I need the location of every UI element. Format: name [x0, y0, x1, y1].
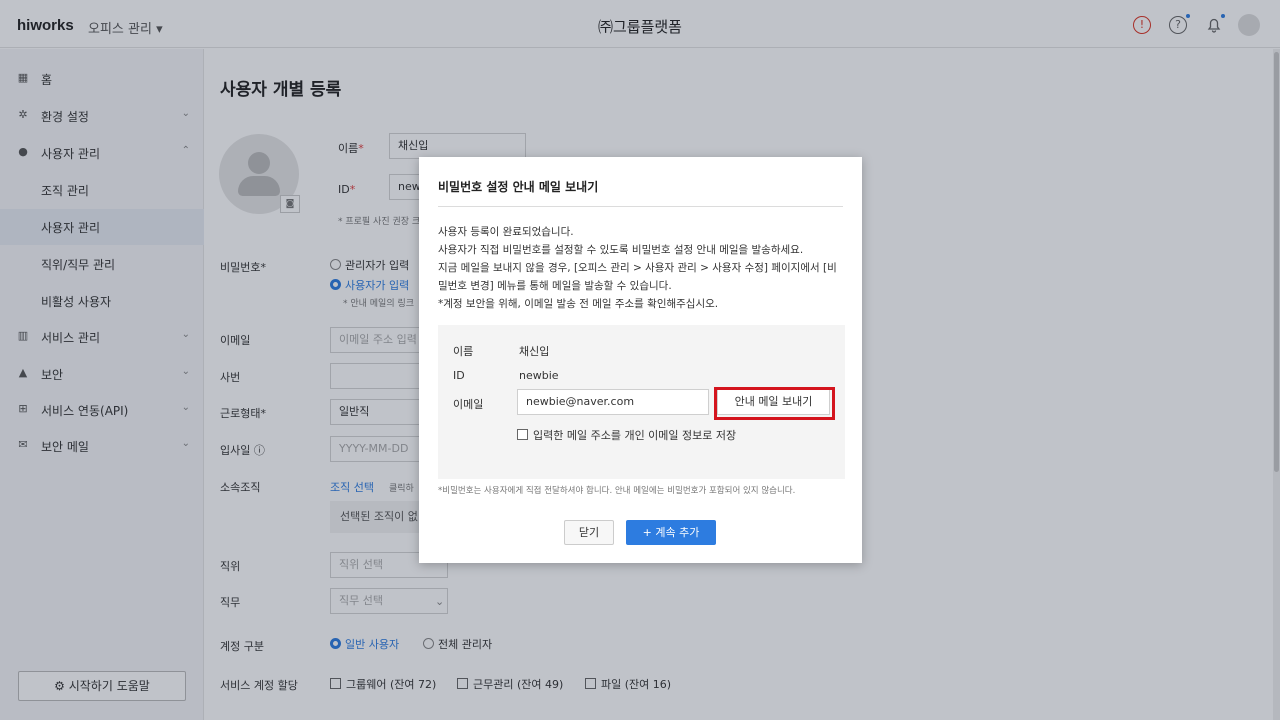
dialog-message-line: 사용자가 직접 비밀번호를 설정할 수 있도록 비밀번호 설정 안내 메일을 발…	[438, 244, 804, 256]
dialog-divider	[438, 206, 843, 207]
id-value: newbie	[519, 369, 559, 382]
save-email-checkbox[interactable]: 입력한 메일 주소를 개인 이메일 정보로 저장	[517, 427, 736, 443]
dialog-title: 비밀번호 설정 안내 메일 보내기	[438, 180, 599, 194]
dialog-message-line: *계정 보안을 위해, 이메일 발송 전 메일 주소를 확인해주십시오.	[438, 298, 719, 310]
name-key: 이름	[453, 345, 474, 358]
dialog-message-line: 지금 메일을 보내지 않을 경우, [오피스 관리 > 사용자 관리 > 사용자…	[438, 262, 837, 274]
continue-add-button[interactable]: + 계속 추가	[626, 520, 716, 545]
dialog-message-line: 밀번호 변경] 메뉴를 통해 메일을 발송할 수 있습니다.	[438, 280, 672, 292]
email-input[interactable]: newbie@naver.com	[517, 389, 709, 415]
email-key: 이메일	[453, 398, 484, 411]
close-button[interactable]: 닫기	[564, 520, 614, 545]
highlight-box	[714, 387, 835, 420]
password-mail-dialog: 비밀번호 설정 안내 메일 보내기 사용자 등록이 완료되었습니다. 사용자가 …	[419, 157, 862, 563]
id-key: ID	[453, 369, 465, 382]
name-value: 채신입	[519, 345, 550, 358]
dialog-footer-note: *비밀번호는 사용자에게 직접 전달하셔야 합니다. 안내 메일에는 비밀번호가…	[438, 486, 796, 496]
dialog-message-line: 사용자 등록이 완료되었습니다.	[438, 226, 574, 238]
